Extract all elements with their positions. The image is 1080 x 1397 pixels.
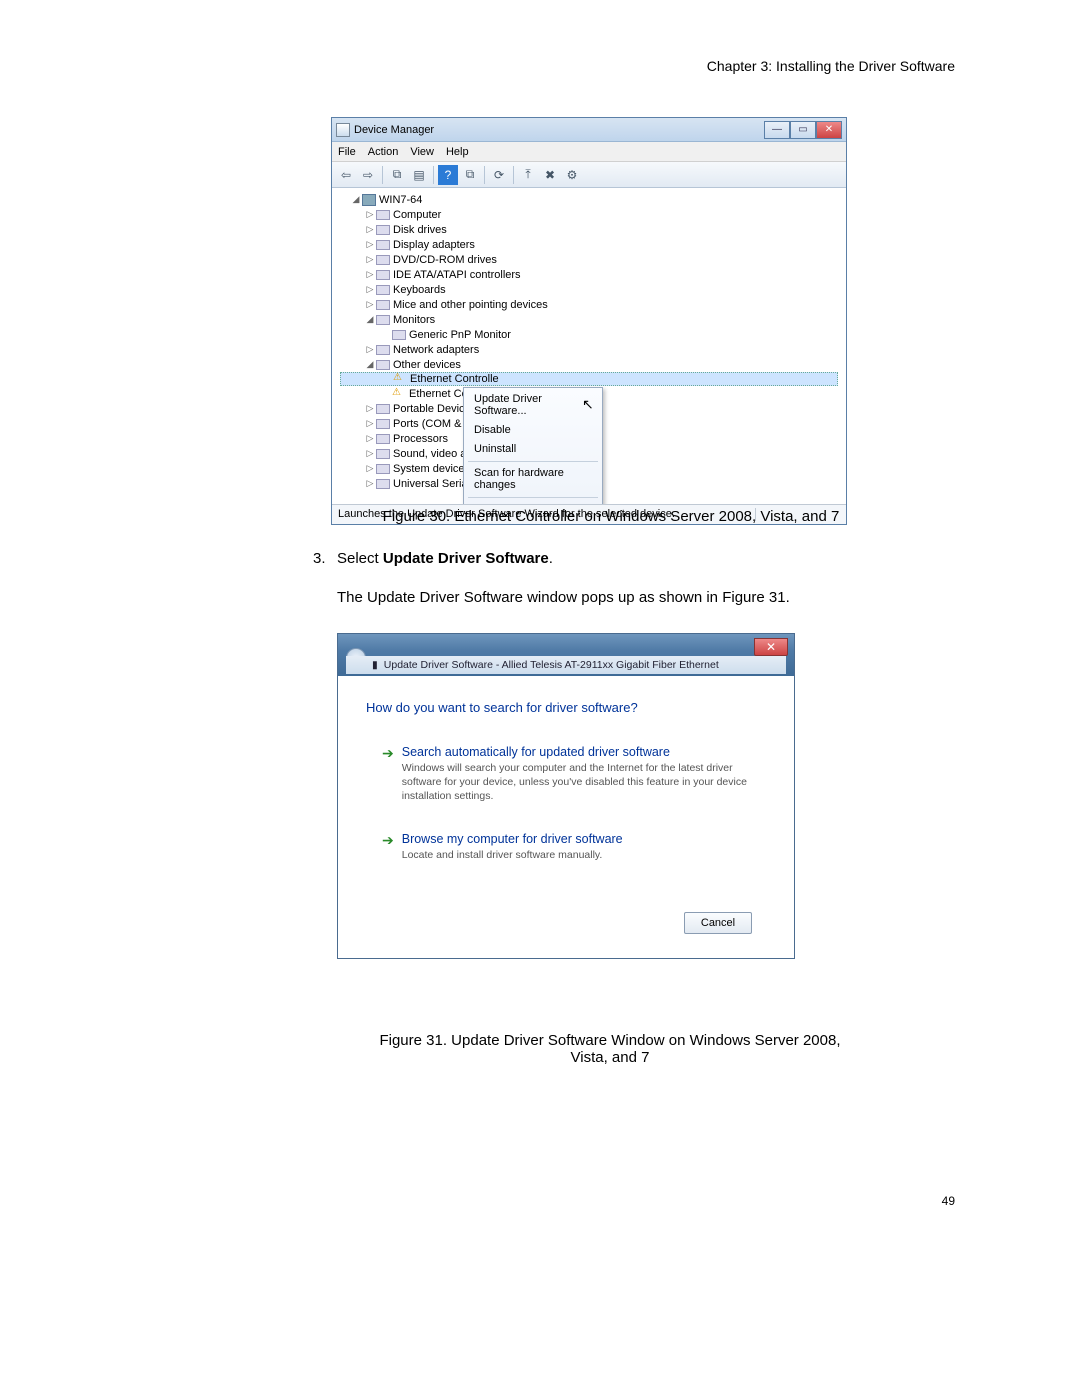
update-driver-window: ✕ ← ▮ Update Driver Software - Allied Te… — [337, 633, 795, 959]
option-search-automatically[interactable]: ➔ Search automatically for updated drive… — [366, 745, 766, 804]
arrow-icon: ➔ — [382, 832, 394, 862]
maximize-button[interactable]: ▭ — [790, 121, 816, 139]
chapter-header: Chapter 3: Installing the Driver Softwar… — [707, 58, 955, 74]
option-browse-computer[interactable]: ➔ Browse my computer for driver software… — [366, 832, 766, 862]
ctx-properties[interactable]: Properties — [464, 500, 602, 504]
close-button[interactable]: ✕ — [816, 121, 842, 139]
update-driver-breadcrumb: ▮ Update Driver Software - Allied Telesi… — [346, 656, 786, 674]
minimize-button[interactable]: — — [764, 121, 790, 139]
ctx-update-driver[interactable]: Update Driver Software... — [464, 390, 602, 421]
scan-icon[interactable]: ⧉ — [460, 165, 480, 185]
context-menu: Update Driver Software... Disable Uninst… — [463, 387, 603, 504]
tree-root[interactable]: ◢WIN7-64 — [340, 192, 838, 207]
tree-monitors[interactable]: ◢Monitors — [340, 312, 838, 327]
menu-view[interactable]: View — [410, 146, 434, 158]
update-driver-titlebar: ✕ ← ▮ Update Driver Software - Allied Te… — [338, 634, 794, 676]
device-manager-toolbar: ⇦ ⇨ ⧉ ▤ ? ⧉ ⟳ ⤒ ✖ ⚙ — [332, 162, 846, 188]
tree-mice[interactable]: ▷Mice and other pointing devices — [340, 297, 838, 312]
ctx-uninstall[interactable]: Uninstall — [464, 440, 602, 459]
update-driver-heading: How do you want to search for driver sof… — [366, 700, 766, 715]
tree-generic-pnp[interactable]: Generic PnP Monitor — [340, 327, 838, 342]
ctx-scan[interactable]: Scan for hardware changes — [464, 464, 602, 495]
tree-ethernet-a[interactable]: Ethernet Controlle — [340, 372, 838, 386]
tree-ide[interactable]: ▷IDE ATA/ATAPI controllers — [340, 267, 838, 282]
option-2-title: Browse my computer for driver software — [402, 832, 623, 846]
arrow-icon: ➔ — [382, 745, 394, 804]
update-icon[interactable]: ⤒ — [518, 165, 538, 185]
tree-network-adapters[interactable]: ▷Network adapters — [340, 342, 838, 357]
tree-keyboards[interactable]: ▷Keyboards — [340, 282, 838, 297]
page-number: 49 — [942, 1194, 955, 1208]
device-manager-title: Device Manager — [354, 124, 434, 136]
device-manager-icon — [336, 123, 350, 137]
device-tree: ◢WIN7-64 ▷Computer ▷Disk drives ▷Display… — [332, 188, 846, 504]
cancel-button[interactable]: Cancel — [684, 912, 752, 934]
forward-icon[interactable]: ⇨ — [358, 165, 378, 185]
update-driver-title: Update Driver Software - Allied Telesis … — [384, 659, 719, 671]
refresh-icon[interactable]: ⟳ — [489, 165, 509, 185]
menu-file[interactable]: File — [338, 146, 356, 158]
properties-icon[interactable]: ⚙ — [562, 165, 582, 185]
back-icon[interactable]: ⇦ — [336, 165, 356, 185]
device-manager-menubar: File Action View Help — [332, 142, 846, 162]
update-driver-body: How do you want to search for driver sof… — [338, 676, 794, 958]
option-1-desc: Windows will search your computer and th… — [402, 761, 752, 804]
tree-computer[interactable]: ▷Computer — [340, 207, 838, 222]
option-1-title: Search automatically for updated driver … — [402, 745, 752, 759]
step-text: Select Update Driver Software. — [337, 550, 553, 567]
show-icon[interactable]: ⧉ — [387, 165, 407, 185]
list-icon[interactable]: ▤ — [409, 165, 429, 185]
update-driver-icon: ▮ — [372, 659, 378, 671]
figure-30-caption: Figure 30. Ethernet Controller on Window… — [331, 508, 891, 525]
step-3: 3. Select Update Driver Software. — [313, 550, 553, 567]
step-followup: The Update Driver Software window pops u… — [337, 589, 790, 606]
tree-disk-drives[interactable]: ▷Disk drives — [340, 222, 838, 237]
menu-action[interactable]: Action — [368, 146, 399, 158]
ctx-disable[interactable]: Disable — [464, 421, 602, 440]
tree-dvd[interactable]: ▷DVD/CD-ROM drives — [340, 252, 838, 267]
device-manager-window: Device Manager — ▭ ✕ File Action View He… — [331, 117, 847, 525]
figure-31-caption: Figure 31. Update Driver Software Window… — [330, 1032, 890, 1066]
step-number: 3. — [313, 550, 327, 567]
device-manager-titlebar: Device Manager — ▭ ✕ — [332, 118, 846, 142]
tree-other-devices[interactable]: ◢Other devices — [340, 357, 838, 372]
tree-display-adapters[interactable]: ▷Display adapters — [340, 237, 838, 252]
uninstall-icon[interactable]: ✖ — [540, 165, 560, 185]
menu-help[interactable]: Help — [446, 146, 469, 158]
help-icon[interactable]: ? — [438, 165, 458, 185]
close-button[interactable]: ✕ — [754, 638, 788, 656]
option-2-desc: Locate and install driver software manua… — [402, 848, 623, 862]
